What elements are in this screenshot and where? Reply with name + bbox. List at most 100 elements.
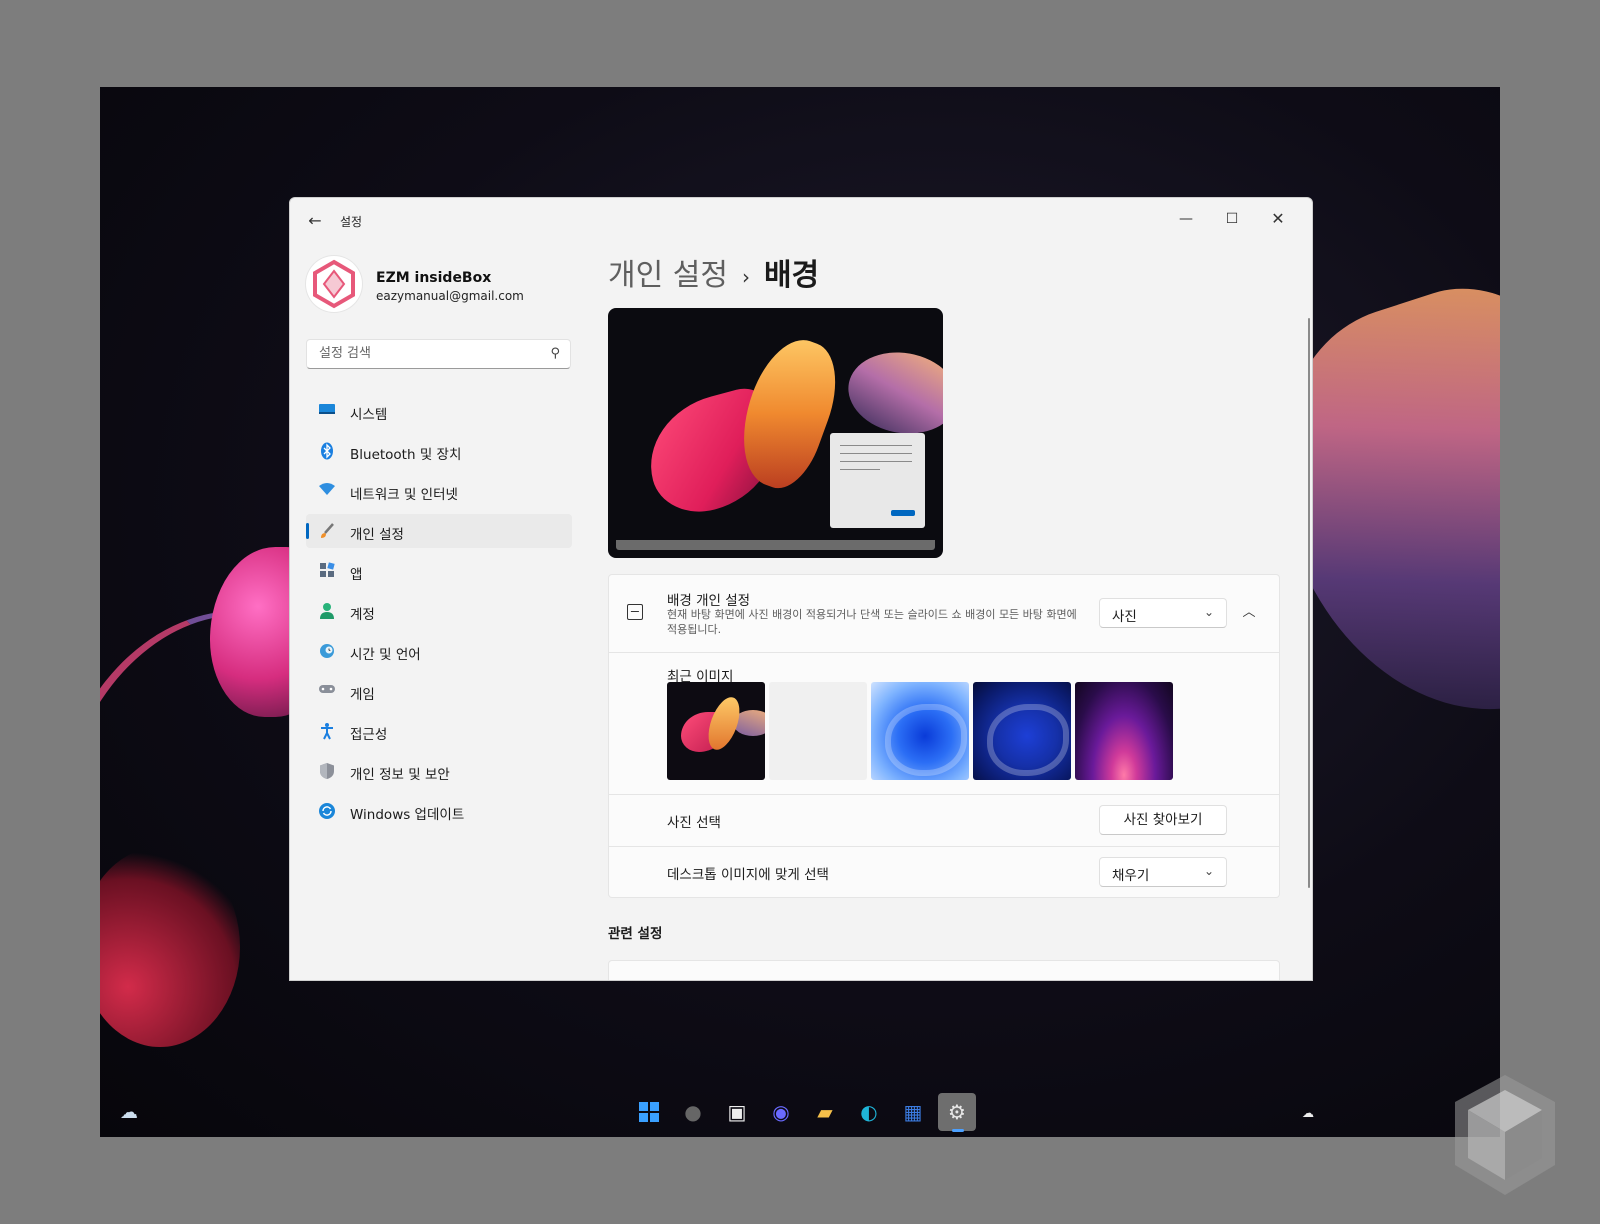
sidebar-item-label: 게임 <box>350 687 375 703</box>
dropdown-value: 사진 <box>1112 609 1137 625</box>
preview-art-shape <box>841 344 943 442</box>
title-bar[interactable]: ← 설정 — ☐ ✕ <box>290 198 1312 244</box>
avatar <box>306 256 362 312</box>
scrollbar[interactable] <box>1308 318 1310 888</box>
chevron-right-icon: › <box>741 264 750 289</box>
settings-window: ← 설정 — ☐ ✕ EZM insideBox eazymanual@gmai… <box>289 197 1313 981</box>
preview-text-line <box>840 469 880 470</box>
sidebar-item-label: 계정 <box>350 607 375 623</box>
windows-logo-icon <box>639 1102 659 1122</box>
breadcrumb-parent[interactable]: 개인 설정 <box>608 258 728 293</box>
fit-select-row: 데스크톱 이미지에 맞게 선택 채우기 ⌄ <box>608 847 1280 898</box>
close-button[interactable]: ✕ <box>1256 204 1300 234</box>
browse-photos-button[interactable]: 사진 찾아보기 <box>1099 805 1227 835</box>
edge-browser-icon[interactable]: ◐ <box>850 1093 888 1131</box>
card-description: 현재 바탕 화면에 사진 배경이 적용되거나 단색 또는 슬라이드 쇼 배경이 … <box>667 608 1077 636</box>
sidebar-item-accessibility[interactable]: 접근성 <box>306 714 572 748</box>
sidebar-item-personalization[interactable]: 개인 설정 <box>306 514 572 548</box>
sidebar-item-network[interactable]: 네트워크 및 인터넷 <box>306 474 572 508</box>
store-icon[interactable]: ▦ <box>894 1093 932 1131</box>
chevron-up-icon[interactable]: ︿ <box>1239 603 1259 623</box>
start-button[interactable] <box>630 1093 668 1131</box>
recent-images-list <box>667 682 1187 782</box>
accessibility-icon <box>318 722 336 740</box>
task-view-icon[interactable]: ▣ <box>718 1093 756 1131</box>
preview-window <box>830 433 925 528</box>
preview-text-line <box>840 453 912 454</box>
search-icon[interactable]: ⚲ <box>550 346 560 361</box>
update-icon <box>318 802 336 820</box>
bluetooth-icon <box>318 442 336 460</box>
sidebar-item-label: Windows 업데이트 <box>350 807 465 823</box>
image-icon <box>627 604 643 620</box>
related-settings-card[interactable] <box>608 960 1280 980</box>
recent-image-thumbnail[interactable] <box>871 682 969 780</box>
sidebar-item-accounts[interactable]: 계정 <box>306 594 572 628</box>
maximize-button[interactable]: ☐ <box>1210 204 1254 234</box>
onedrive-cloud-icon[interactable]: ☁ <box>1302 1106 1314 1120</box>
card-title: 배경 개인 설정 <box>667 593 751 609</box>
breadcrumb: 개인 설정 › 배경 <box>608 250 819 294</box>
sidebar-item-system[interactable]: 시스템 <box>306 394 572 428</box>
photo-select-row: 사진 선택 사진 찾아보기 <box>608 795 1280 847</box>
apps-icon <box>318 562 336 580</box>
profile-email: eazymanual@gmail.com <box>376 289 524 303</box>
sidebar-item-label: 접근성 <box>350 727 388 743</box>
sidebar-item-windows-update[interactable]: Windows 업데이트 <box>306 794 572 828</box>
search-input[interactable] <box>317 345 541 362</box>
preview-accent-button <box>891 510 915 516</box>
user-profile[interactable]: EZM insideBox eazymanual@gmail.com <box>306 256 576 316</box>
sidebar-nav: 시스템 Bluetooth 및 장치 네트워크 및 인터넷 개인 설정 앱 계정… <box>306 394 572 834</box>
recent-image-thumbnail[interactable] <box>1075 682 1173 780</box>
file-explorer-icon[interactable]: ▰ <box>806 1093 844 1131</box>
photo-select-label: 사진 선택 <box>667 815 721 831</box>
background-personalize-card: 배경 개인 설정 현재 바탕 화면에 사진 배경이 적용되거나 단색 또는 슬라… <box>608 574 1280 653</box>
settings-app-icon[interactable]: ⚙ <box>938 1093 976 1131</box>
sidebar-item-label: 개인 정보 및 보안 <box>350 767 450 783</box>
search-icon[interactable]: ● <box>674 1093 712 1131</box>
sidebar-item-label: 개인 설정 <box>350 527 404 543</box>
recent-image-thumbnail[interactable] <box>769 682 867 780</box>
page-title: 배경 <box>763 258 820 293</box>
preview-text-line <box>840 461 912 462</box>
sidebar-item-gaming[interactable]: 게임 <box>306 674 572 708</box>
sidebar-item-time-language[interactable]: 시간 및 언어 <box>306 634 572 668</box>
recent-images-card: 최근 이미지 <box>608 653 1280 795</box>
recent-image-thumbnail[interactable] <box>973 682 1071 780</box>
monitor-icon <box>318 402 336 420</box>
sidebar-item-label: 앱 <box>350 567 363 583</box>
sidebar-item-apps[interactable]: 앱 <box>306 554 572 588</box>
preview-text-line <box>840 445 912 446</box>
brush-icon <box>318 522 336 540</box>
minimize-button[interactable]: — <box>1164 204 1208 234</box>
person-icon <box>318 602 336 620</box>
sidebar-item-label: Bluetooth 및 장치 <box>350 447 462 463</box>
back-arrow-icon[interactable]: ← <box>304 210 326 232</box>
weather-widget-icon[interactable]: ☁ <box>120 1102 138 1123</box>
profile-name: EZM insideBox <box>376 270 492 286</box>
desktop-preview <box>608 308 943 558</box>
hexagon-logo-icon <box>313 259 355 309</box>
sidebar-item-label: 네트워크 및 인터넷 <box>350 487 458 503</box>
chevron-down-icon: ⌄ <box>1203 864 1214 878</box>
sidebar-item-bluetooth[interactable]: Bluetooth 및 장치 <box>306 434 572 468</box>
fit-dropdown[interactable]: 채우기 ⌄ <box>1099 857 1227 887</box>
wifi-icon <box>318 482 336 500</box>
shield-icon <box>318 762 336 780</box>
recent-image-thumbnail[interactable] <box>667 682 765 780</box>
dropdown-value: 채우기 <box>1112 868 1150 884</box>
chevron-down-icon: ⌄ <box>1203 605 1214 619</box>
app-title: 설정 <box>340 215 363 229</box>
cube-watermark-icon <box>1455 1075 1555 1195</box>
chat-icon[interactable]: ◉ <box>762 1093 800 1131</box>
globe-clock-icon <box>318 642 336 660</box>
sidebar-item-label: 시간 및 언어 <box>350 647 421 663</box>
gamepad-icon <box>318 682 336 700</box>
settings-search[interactable]: ⚲ <box>306 339 571 369</box>
sidebar-item-privacy[interactable]: 개인 정보 및 보안 <box>306 754 572 788</box>
background-type-dropdown[interactable]: 사진 ⌄ <box>1099 598 1227 628</box>
preview-taskbar <box>616 540 935 550</box>
related-settings-heading: 관련 설정 <box>608 926 663 942</box>
active-app-indicator <box>952 1129 964 1132</box>
fit-select-label: 데스크톱 이미지에 맞게 선택 <box>667 867 829 883</box>
